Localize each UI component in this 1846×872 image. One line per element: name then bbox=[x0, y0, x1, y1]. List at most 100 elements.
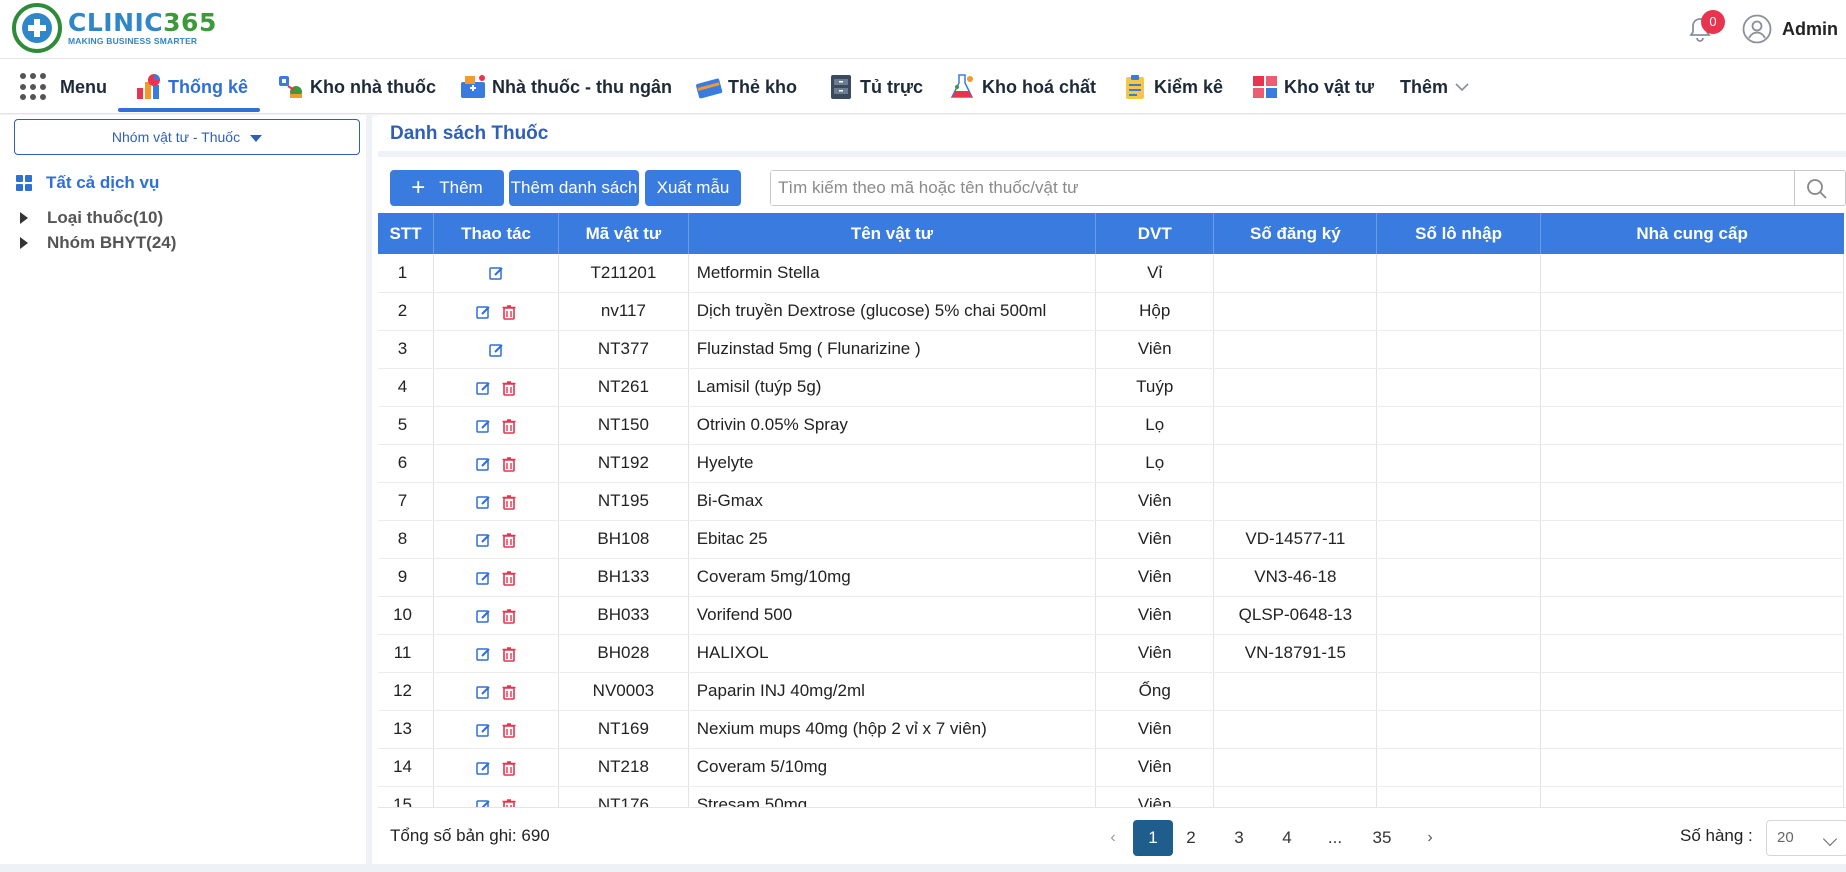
group-select-dropdown[interactable]: Nhóm vật tư - Thuốc bbox=[14, 119, 360, 155]
export-label: Xuất mẫu bbox=[656, 178, 730, 197]
nav-item-kho-hoa-chat[interactable]: Kho hoá chất bbox=[948, 60, 1096, 114]
table-row[interactable]: 15 NT176 Stresam 50mg Viên bbox=[378, 786, 1845, 807]
cell-code: NT195 bbox=[558, 482, 689, 521]
table-row[interactable]: 10 BH033 Vorifend 500 Viên QLSP-0648-13 bbox=[378, 596, 1845, 635]
add-list-button[interactable]: Thêm danh sách bbox=[509, 170, 639, 206]
clinic365-logo[interactable]: CLINIC365 MAKING BUSINESS SMARTER bbox=[12, 3, 217, 53]
table-row[interactable]: 3 NT377 Fluzinstad 5mg ( Flunarizine ) Viên bbox=[378, 330, 1845, 369]
nav-more-dropdown[interactable]: Thêm bbox=[1400, 60, 1470, 114]
cell-stt: 15 bbox=[378, 786, 435, 807]
cell-lot bbox=[1376, 596, 1541, 635]
col-header[interactable]: Thao tác bbox=[433, 213, 560, 254]
edit-icon[interactable] bbox=[475, 608, 491, 624]
page-4[interactable]: 4 bbox=[1269, 820, 1305, 856]
delete-icon[interactable] bbox=[501, 684, 517, 700]
table-row[interactable]: 4 NT261 Lamisil (tuýp 5g) Tuýp bbox=[378, 368, 1845, 407]
col-header[interactable]: Nhà cung cấp bbox=[1540, 213, 1844, 254]
user-menu[interactable]: Admin bbox=[1742, 14, 1838, 44]
search-icon[interactable] bbox=[1805, 177, 1829, 201]
edit-icon[interactable] bbox=[475, 494, 491, 510]
tree-item-all-services[interactable]: Tất cả dịch vụ bbox=[16, 173, 159, 193]
edit-icon[interactable] bbox=[475, 380, 491, 396]
col-header[interactable]: Số lô nhập bbox=[1376, 213, 1541, 254]
col-header[interactable]: Tên vật tư bbox=[688, 213, 1097, 254]
cell-code: NT261 bbox=[558, 368, 689, 407]
rows-per-page-select[interactable]: 20 bbox=[1766, 820, 1846, 856]
add-button[interactable]: + Thêm bbox=[390, 170, 504, 206]
table-row[interactable]: 14 NT218 Coveram 5/10mg Viên bbox=[378, 748, 1845, 787]
table-row[interactable]: 8 BH108 Ebitac 25 Viên VD-14577-11 bbox=[378, 520, 1845, 559]
cell-reg bbox=[1213, 482, 1378, 521]
delete-icon[interactable] bbox=[501, 570, 517, 586]
delete-icon[interactable] bbox=[501, 380, 517, 396]
edit-icon[interactable] bbox=[475, 722, 491, 738]
next-page-icon[interactable]: › bbox=[1412, 820, 1448, 856]
nav-item-kiem-ke[interactable]: Kiểm kê bbox=[1120, 60, 1223, 114]
edit-icon[interactable] bbox=[488, 342, 504, 358]
edit-icon[interactable] bbox=[475, 570, 491, 586]
tree-item-nhom-bhyt[interactable]: Nhóm BHYT(24) bbox=[20, 233, 176, 253]
delete-icon[interactable] bbox=[501, 532, 517, 548]
expand-arrow-icon[interactable] bbox=[20, 237, 28, 249]
col-header[interactable]: Mã vật tư bbox=[558, 213, 689, 254]
expand-arrow-icon[interactable] bbox=[20, 212, 28, 224]
table-row[interactable]: 6 NT192 Hyelyte Lọ bbox=[378, 444, 1845, 483]
cell-unit: Viên bbox=[1095, 482, 1215, 521]
table-row[interactable]: 11 BH028 HALIXOL Viên VN-18791-15 bbox=[378, 634, 1845, 673]
delete-icon[interactable] bbox=[501, 760, 517, 776]
nav-item-kho-vat-tu[interactable]: Kho vật tư bbox=[1250, 60, 1374, 114]
edit-icon[interactable] bbox=[475, 304, 491, 320]
col-header[interactable]: Số đăng ký bbox=[1213, 213, 1378, 254]
edit-icon[interactable] bbox=[475, 418, 491, 434]
nav-item-kho-nha-thuoc[interactable]: Kho nhà thuốc bbox=[276, 60, 436, 114]
edit-icon[interactable] bbox=[475, 532, 491, 548]
delete-icon[interactable] bbox=[501, 798, 517, 807]
nav-item-nha-thuoc-thu-ngan[interactable]: Nhà thuốc - thu ngân bbox=[458, 60, 672, 114]
edit-icon[interactable] bbox=[475, 684, 491, 700]
table-row[interactable]: 1 T211201 Metformin Stella Vỉ bbox=[378, 254, 1845, 293]
warehouse-icon bbox=[1253, 76, 1277, 98]
delete-icon[interactable] bbox=[501, 646, 517, 662]
col-header[interactable]: STT bbox=[378, 213, 435, 254]
edit-icon[interactable] bbox=[475, 456, 491, 472]
page-ellipsis[interactable]: ... bbox=[1317, 820, 1353, 856]
export-template-button[interactable]: Xuất mẫu bbox=[645, 170, 741, 206]
search-input[interactable] bbox=[771, 171, 1795, 205]
table-row[interactable]: 13 NT169 Nexium mups 40mg (hộp 2 vỉ x 7 vi… bbox=[378, 710, 1845, 749]
prev-page-icon[interactable]: ‹ bbox=[1095, 820, 1131, 856]
cell-supplier bbox=[1540, 596, 1845, 635]
menu-button[interactable]: Menu bbox=[20, 60, 107, 114]
table-footer: Tổng số bản ghi: 690 ‹ 1 2 3 4 ... 35 › … bbox=[378, 807, 1846, 863]
table-row[interactable]: 2 nv117 Dịch truyền Dextrose (glucose) 5% … bbox=[378, 292, 1845, 331]
table-row[interactable]: 12 NV0003 Paparin INJ 40mg/2ml Ống bbox=[378, 672, 1845, 711]
tree-item-loai-thuoc[interactable]: Loại thuốc(10) bbox=[20, 208, 163, 228]
data-table-container[interactable]: STT Thao tác Mã vật tư Tên vật tư DVT Số… bbox=[378, 213, 1846, 807]
edit-icon[interactable] bbox=[475, 646, 491, 662]
edit-icon[interactable] bbox=[488, 265, 504, 281]
page-1[interactable]: 1 bbox=[1133, 820, 1173, 856]
page-3[interactable]: 3 bbox=[1221, 820, 1257, 856]
edit-icon[interactable] bbox=[475, 798, 491, 807]
delete-icon[interactable] bbox=[501, 456, 517, 472]
nav-item-thong-ke[interactable]: Thống kê bbox=[134, 60, 248, 114]
table-row[interactable]: 7 NT195 Bi-Gmax Viên bbox=[378, 482, 1845, 521]
page-2[interactable]: 2 bbox=[1173, 820, 1209, 856]
delete-icon[interactable] bbox=[501, 304, 517, 320]
nav-item-tu-truc[interactable]: Tủ trực bbox=[826, 60, 923, 114]
total-records: Tổng số bản ghi: 690 bbox=[390, 826, 550, 845]
delete-icon[interactable] bbox=[501, 494, 517, 510]
cell-name: HALIXOL bbox=[688, 634, 1097, 673]
group-select-value: Nhóm vật tư - Thuốc bbox=[111, 129, 241, 145]
nav-item-the-kho[interactable]: Thẻ kho bbox=[694, 60, 797, 114]
page-last[interactable]: 35 bbox=[1364, 820, 1400, 856]
col-header[interactable]: DVT bbox=[1095, 213, 1215, 254]
delete-icon[interactable] bbox=[501, 418, 517, 434]
pharmacy-store-icon bbox=[279, 76, 302, 98]
cell-unit: Viên bbox=[1095, 520, 1215, 559]
table-row[interactable]: 5 NT150 Otrivin 0.05% Spray Lọ bbox=[378, 406, 1845, 445]
edit-icon[interactable] bbox=[475, 760, 491, 776]
active-tab-indicator bbox=[118, 108, 260, 112]
delete-icon[interactable] bbox=[501, 722, 517, 738]
delete-icon[interactable] bbox=[501, 608, 517, 624]
table-row[interactable]: 9 BH133 Coveram 5mg/10mg Viên VN3-46-18 bbox=[378, 558, 1845, 597]
